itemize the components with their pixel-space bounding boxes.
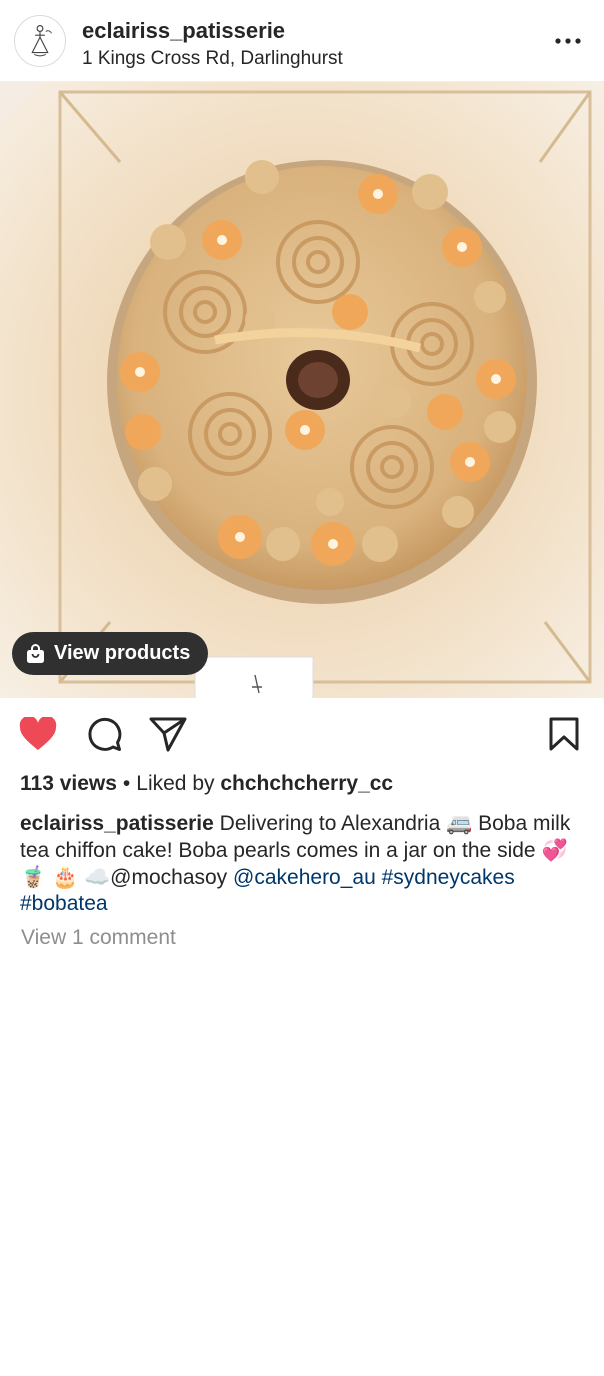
post-location[interactable]: 1 Kings Cross Rd, Darlinghurst <box>82 48 343 70</box>
comment-button[interactable] <box>84 714 124 754</box>
hashtag-sydneycakes[interactable]: #sydneycakes <box>382 866 515 889</box>
avatar[interactable] <box>14 15 66 67</box>
liked-by-prefix: Liked by <box>136 772 215 795</box>
post-image[interactable]: View products <box>0 82 604 698</box>
view-products-button[interactable]: View products <box>12 632 209 675</box>
post-header: eclairiss_patisserie 1 Kings Cross Rd, D… <box>0 0 604 82</box>
separator-dot: • <box>122 772 131 795</box>
bubble-tea-emoji: 🧋 <box>20 865 47 889</box>
cake-emoji: 🎂 <box>52 865 79 889</box>
mention-cakehero[interactable]: @cakehero_au <box>233 866 376 889</box>
view-comments-link[interactable]: View 1 comment <box>21 926 176 950</box>
bookmark-icon <box>549 717 579 751</box>
save-button[interactable] <box>544 714 584 754</box>
views-count[interactable]: 113 views <box>20 772 117 795</box>
mention-mochasoy[interactable]: @mochasoy <box>110 866 227 889</box>
caption-username[interactable]: eclairiss_patisserie <box>20 812 214 835</box>
likes-line: 113 views • Liked by chchchcherry_cc <box>20 772 393 796</box>
send-icon <box>149 717 187 752</box>
liked-by-user[interactable]: chchchcherry_cc <box>220 772 393 795</box>
shopping-bag-icon <box>26 643 45 664</box>
more-options-button[interactable] <box>550 26 586 56</box>
comment-icon <box>88 717 122 751</box>
post-caption: eclairiss_patisserie Delivering to Alexa… <box>20 810 586 917</box>
like-button[interactable] <box>18 714 58 754</box>
van-emoji: 🚐 <box>446 811 473 835</box>
caption-text-1: Delivering to Alexandria <box>219 812 441 835</box>
action-bar <box>0 706 604 762</box>
cake-photo <box>0 82 604 698</box>
cloud-emoji: ☁️ <box>84 865 111 889</box>
patisserie-logo-icon <box>15 16 65 66</box>
more-horizontal-icon <box>555 38 581 44</box>
share-button[interactable] <box>148 714 188 754</box>
view-products-label: View products <box>54 642 191 664</box>
hearts-emoji: 💞 <box>541 838 568 862</box>
post-username[interactable]: eclairiss_patisserie <box>82 18 285 44</box>
heart-filled-icon <box>19 717 57 750</box>
hashtag-bobatea[interactable]: #bobatea <box>20 892 108 915</box>
